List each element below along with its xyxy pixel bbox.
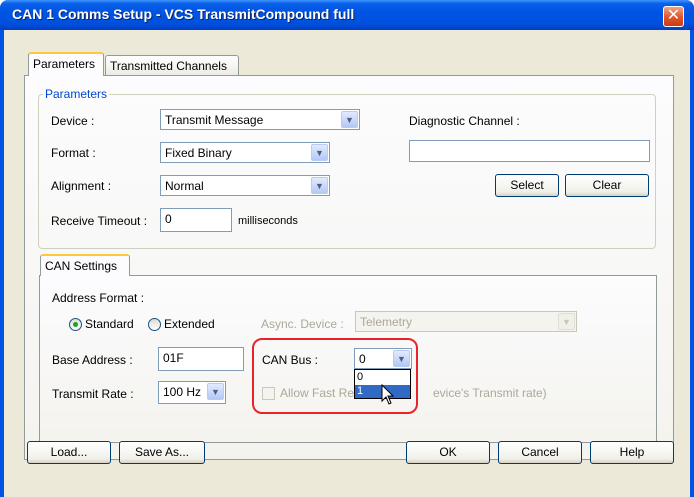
tab-transmitted-channels-label: Transmitted Channels	[110, 59, 227, 73]
transmit-rate-value: 100 Hz	[163, 385, 202, 399]
extended-radio[interactable]	[148, 318, 161, 331]
tab-transmitted-channels[interactable]: Transmitted Channels	[105, 55, 239, 75]
parameters-group-title: Parameters	[43, 87, 110, 101]
diagnostic-channel-input[interactable]	[409, 140, 650, 162]
help-button[interactable]: Help	[590, 441, 674, 464]
alignment-label: Alignment :	[51, 179, 112, 193]
close-button[interactable]: ✕	[663, 6, 684, 27]
diagnostic-channel-label: Diagnostic Channel :	[409, 114, 520, 128]
allow-fast-label-right: evice's Transmit rate)	[433, 386, 547, 400]
cancel-button[interactable]: Cancel	[498, 441, 582, 464]
format-dropdown[interactable]: Fixed Binary ▼	[160, 142, 330, 163]
mouse-pointer-icon	[381, 384, 395, 405]
title-bar[interactable]: CAN 1 Comms Setup - VCS TransmitCompound…	[0, 0, 694, 30]
format-label: Format :	[51, 146, 96, 160]
save-as-button[interactable]: Save As...	[119, 441, 205, 464]
extended-radio-label: Extended	[164, 317, 215, 331]
can-bus-option-0[interactable]: 0	[355, 371, 410, 384]
base-address-label: Base Address :	[52, 353, 133, 367]
chevron-down-icon: ▼	[207, 383, 224, 400]
device-value: Transmit Message	[165, 113, 264, 127]
transmit-rate-label: Transmit Rate :	[52, 387, 134, 401]
ok-button[interactable]: OK	[406, 441, 490, 464]
receive-timeout-value: 0	[165, 212, 172, 226]
chevron-down-icon: ▼	[311, 177, 328, 194]
device-label: Device :	[51, 114, 95, 128]
device-dropdown[interactable]: Transmit Message ▼	[160, 109, 360, 130]
chevron-down-icon: ▼	[341, 111, 358, 128]
milliseconds-label: milliseconds	[238, 215, 298, 227]
async-device-value: Telemetry	[360, 315, 413, 329]
receive-timeout-input[interactable]: 0	[160, 208, 232, 232]
async-device-label: Async. Device :	[261, 317, 344, 331]
base-address-input[interactable]: 01F	[158, 347, 244, 371]
tab-can-settings[interactable]: CAN Settings	[40, 254, 130, 276]
alignment-value: Normal	[165, 179, 204, 193]
address-format-label: Address Format :	[52, 291, 145, 305]
clear-button[interactable]: Clear	[565, 174, 649, 197]
tab-parameters[interactable]: Parameters	[28, 52, 104, 76]
receive-timeout-label: Receive Timeout :	[51, 214, 148, 228]
select-button[interactable]: Select	[495, 174, 559, 197]
dialog-window: CAN 1 Comms Setup - VCS TransmitCompound…	[0, 0, 694, 497]
close-icon: ✕	[666, 7, 681, 24]
can-settings-panel: Address Format : Standard Extended Async…	[39, 275, 657, 443]
async-device-dropdown: Telemetry ▼	[355, 311, 577, 332]
dialog-client-area: Parameters Transmitted Channels Paramete…	[4, 30, 690, 497]
standard-radio[interactable]	[69, 318, 82, 331]
transmit-rate-dropdown[interactable]: 100 Hz ▼	[158, 381, 226, 404]
base-address-value: 01F	[163, 351, 184, 365]
chevron-down-icon: ▼	[311, 144, 328, 161]
tab-parameters-label: Parameters	[33, 57, 96, 71]
parameters-tab-panel: Parameters Device : Transmit Message ▼ F…	[24, 75, 674, 460]
alignment-dropdown[interactable]: Normal ▼	[160, 175, 330, 196]
load-button[interactable]: Load...	[27, 441, 111, 464]
chevron-down-icon: ▼	[558, 313, 575, 330]
standard-radio-label: Standard	[85, 317, 134, 331]
tab-can-settings-label: CAN Settings	[45, 259, 118, 273]
format-value: Fixed Binary	[165, 146, 232, 160]
window-title: CAN 1 Comms Setup - VCS TransmitCompound…	[12, 6, 355, 22]
